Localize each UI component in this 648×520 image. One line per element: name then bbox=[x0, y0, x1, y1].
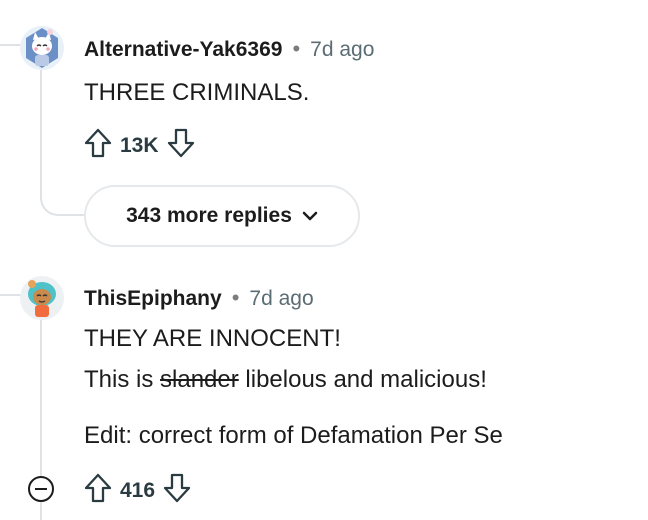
comment-age[interactable]: 7d ago bbox=[310, 38, 374, 62]
downvote-arrow-icon bbox=[167, 128, 194, 158]
snoo-cat-avatar-icon bbox=[20, 26, 64, 70]
downvote-button[interactable] bbox=[167, 128, 195, 164]
comment-text: This is bbox=[84, 366, 161, 393]
comment-body: THREE CRIMINALS. bbox=[84, 81, 309, 105]
collapse-thread-icon bbox=[35, 487, 47, 491]
parent-thread-curve bbox=[0, 0, 22, 46]
downvote-button[interactable] bbox=[163, 473, 191, 509]
downvote-arrow-icon bbox=[163, 473, 191, 503]
comment-body: This is slander libelous and malicious! bbox=[84, 368, 487, 392]
vote-score: 13K bbox=[120, 134, 159, 157]
avatar[interactable] bbox=[20, 26, 64, 70]
chevron-down-icon bbox=[302, 211, 318, 221]
comment-meta: ThisEpiphany • 7d ago bbox=[84, 285, 314, 311]
comment-author[interactable]: Alternative-Yak6369 bbox=[84, 38, 282, 62]
more-replies-label: 343 more replies bbox=[126, 204, 292, 227]
comment-text: THEY ARE INNOCENT! bbox=[84, 325, 341, 352]
snoo-teal-hair-avatar-icon bbox=[20, 276, 64, 320]
parent-thread-curve bbox=[0, 250, 22, 296]
struck-text: slander bbox=[160, 366, 239, 393]
meta-separator: • bbox=[231, 285, 240, 310]
comment-meta: Alternative-Yak6369 • 7d ago bbox=[84, 36, 374, 62]
upvote-arrow-icon bbox=[84, 473, 112, 503]
upvote-button[interactable] bbox=[84, 473, 112, 509]
vote-bar: 416 bbox=[84, 473, 191, 509]
comment-age[interactable]: 7d ago bbox=[249, 287, 313, 311]
comment-edit-note: Edit: correct form of Defamation Per Se bbox=[84, 424, 503, 448]
comment-body: THEY ARE INNOCENT! bbox=[84, 327, 341, 351]
more-replies-button[interactable]: 343 more replies bbox=[84, 185, 360, 247]
comment-text: libelous and malicious! bbox=[238, 366, 487, 393]
upvote-arrow-icon bbox=[84, 128, 112, 158]
vote-bar: 13K bbox=[84, 128, 195, 164]
vote-score: 416 bbox=[120, 479, 156, 502]
comment-text: THREE CRIMINALS. bbox=[84, 79, 310, 106]
comment-author[interactable]: ThisEpiphany bbox=[84, 287, 222, 311]
avatar[interactable] bbox=[20, 276, 64, 320]
meta-separator: • bbox=[292, 36, 301, 61]
collapse-thread-button[interactable] bbox=[28, 476, 54, 502]
upvote-button[interactable] bbox=[84, 128, 112, 164]
thread-line-curve bbox=[40, 172, 86, 216]
comment-text: Edit: correct form of Defamation Per Se bbox=[84, 422, 503, 449]
